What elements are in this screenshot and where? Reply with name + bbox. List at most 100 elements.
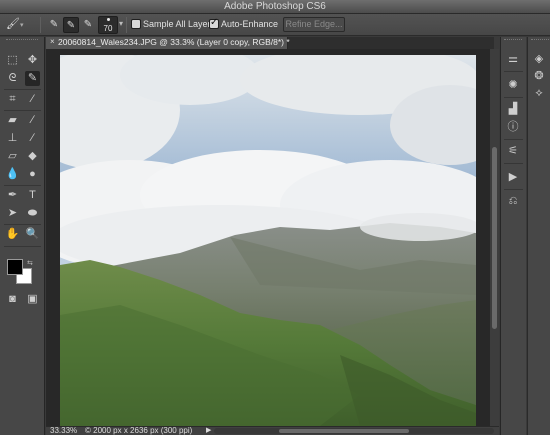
bandage-icon: ▰ <box>8 114 17 126</box>
window-title: Adobe Photoshop CS6 <box>224 1 326 12</box>
chevron-down-icon: ▾ <box>19 22 24 29</box>
color-wheel-icon: ✺ <box>508 79 518 91</box>
ellipse-icon: ⬬ <box>27 207 38 219</box>
divider <box>4 89 41 90</box>
tools-panel: ⬚ ✥ ᘓ ✎ ⌗ ⁄ ▰ ∕ ⊥ ∕ ▱ ◆ 💧 ● ✒ T ➤ ⬬ ✋ 🔍 … <box>0 37 45 435</box>
quick-selection-tool[interactable]: ✎ <box>25 71 40 86</box>
tool-preset-picker[interactable]: 🖌▾ <box>6 17 34 33</box>
history-brush-tool[interactable]: ∕ <box>25 131 40 146</box>
vertical-scroll-thumb[interactable] <box>492 147 497 329</box>
screen-mode-icon: ▣ <box>27 293 38 305</box>
eyedropper-icon: ⁄ <box>31 93 34 105</box>
status-menu-arrow-icon[interactable]: ▶ <box>206 426 211 434</box>
status-bar: 33.33% © 2000 px x 2636 px (300 ppi) ▶ <box>46 426 499 435</box>
brush-tool[interactable]: ∕ <box>25 113 40 128</box>
collapsed-panel-dock-right: ◈ ❂ ⟡ <box>527 37 550 435</box>
history-icon: ⚌ <box>508 53 518 65</box>
dodge-icon: ● <box>29 168 36 180</box>
paragraph-icon: ⚟ <box>508 145 518 157</box>
quick-mask-button[interactable]: ◙ <box>5 292 20 307</box>
channels-panel-button[interactable]: ❂ <box>531 68 547 84</box>
paths-panel-button[interactable]: ⟡ <box>531 85 547 101</box>
stamp-icon: ⊥ <box>7 132 18 144</box>
chevron-down-icon[interactable]: ▾ <box>119 19 123 28</box>
divider <box>4 185 41 186</box>
pen-tool[interactable]: ✒ <box>5 188 20 203</box>
horizontal-scroll-thumb[interactable] <box>279 429 409 433</box>
document-tab[interactable]: × 20060814_Wales234.JPG @ 33.3% (Layer 0… <box>46 37 290 49</box>
sample-all-layers-checkbox[interactable] <box>131 19 141 29</box>
panel-grip[interactable] <box>6 39 38 42</box>
actions-panel-button[interactable]: ▶ <box>505 169 521 185</box>
magnifier-icon: 🔍 <box>25 228 40 240</box>
swap-colors-icon[interactable]: ⇆ <box>27 259 33 267</box>
divider <box>4 246 41 247</box>
divider <box>4 224 41 225</box>
move-tool[interactable]: ✥ <box>25 53 40 68</box>
zoom-level[interactable]: 33.33% <box>50 426 77 435</box>
color-panel-button[interactable]: ✺ <box>505 77 521 93</box>
auto-enhance-checkbox[interactable] <box>209 17 219 29</box>
layers-panel-button[interactable]: ◈ <box>531 51 547 67</box>
eraser-tool[interactable]: ▱ <box>5 149 20 164</box>
panel-grip[interactable] <box>504 39 522 42</box>
divider <box>4 110 41 111</box>
refine-edge-button[interactable]: Refine Edge... <box>283 17 345 32</box>
path-selection-tool[interactable]: ➤ <box>5 206 20 221</box>
canvas-area[interactable] <box>46 49 490 426</box>
new-selection-brush-button[interactable]: ✎ <box>46 17 62 33</box>
play-icon: ▶ <box>508 171 518 183</box>
crop-tool[interactable]: ⌗ <box>5 92 20 107</box>
quick-selection-icon: ✎ <box>27 72 38 84</box>
character-panel-button[interactable]: ⚟ <box>505 143 521 159</box>
info-panel-button[interactable]: ⓘ <box>505 119 521 135</box>
close-icon[interactable]: × <box>50 37 55 46</box>
document-info: © 2000 px x 2636 px (300 ppi) <box>85 426 192 435</box>
histogram-icon: ▟ <box>508 103 518 115</box>
clone-source-panel-button[interactable]: ⎌ <box>505 193 521 209</box>
lasso-tool[interactable]: ᘓ <box>5 71 20 86</box>
blur-icon: 💧 <box>5 168 20 180</box>
vertical-scrollbar[interactable] <box>490 49 499 426</box>
channels-icon: ❂ <box>534 70 544 82</box>
blur-tool[interactable]: 💧 <box>5 167 20 182</box>
new-selection-brush-icon: ✎ <box>49 19 59 30</box>
healing-brush-tool[interactable]: ▰ <box>5 113 20 128</box>
history-brush-icon: ∕ <box>31 132 34 144</box>
divider <box>504 189 523 190</box>
screen-mode-button[interactable]: ▣ <box>25 292 40 307</box>
type-icon: T <box>29 189 36 201</box>
collapsed-panel-dock-left: ⚌ ✺ ▟ ⓘ ⚟ ▶ ⎌ <box>500 37 526 435</box>
dodge-tool[interactable]: ● <box>25 167 40 182</box>
subtract-from-selection-brush-icon: ✎ <box>83 19 93 30</box>
zoom-tool[interactable]: 🔍 <box>25 227 40 242</box>
document-image[interactable] <box>60 55 476 426</box>
type-tool[interactable]: T <box>25 188 40 203</box>
divider <box>504 163 523 164</box>
add-to-selection-brush-button[interactable]: ✎ <box>63 17 79 33</box>
move-icon: ✥ <box>27 54 38 66</box>
path-arrow-icon: ➤ <box>7 207 18 219</box>
pen-icon: ✒ <box>7 189 18 201</box>
add-to-selection-brush-icon: ✎ <box>66 20 76 31</box>
foreground-color-swatch[interactable] <box>7 259 23 275</box>
hand-tool[interactable]: ✋ <box>5 227 20 242</box>
hand-icon: ✋ <box>5 228 20 240</box>
marquee-icon: ⬚ <box>7 54 18 66</box>
panel-grip[interactable] <box>531 39 549 42</box>
paint-bucket-tool[interactable]: ◆ <box>25 149 40 164</box>
crop-icon: ⌗ <box>9 93 16 105</box>
shape-tool[interactable]: ⬬ <box>25 206 40 221</box>
title-bar: Adobe Photoshop CS6 <box>0 0 550 14</box>
lasso-icon: ᘓ <box>8 72 17 84</box>
histogram-panel-button[interactable]: ▟ <box>505 101 521 117</box>
rectangular-marquee-tool[interactable]: ⬚ <box>5 53 20 68</box>
auto-enhance-label: Auto-Enhance <box>221 19 279 29</box>
eyedropper-tool[interactable]: ⁄ <box>25 92 40 107</box>
subtract-from-selection-brush-button[interactable]: ✎ <box>80 17 96 33</box>
history-panel-button[interactable]: ⚌ <box>505 51 521 67</box>
clone-stamp-tool[interactable]: ⊥ <box>5 131 20 146</box>
quick-selection-brush-icon: 🖌 <box>6 18 20 30</box>
brush-size-picker[interactable]: 70 <box>98 16 118 34</box>
horizontal-scrollbar[interactable] <box>214 428 494 434</box>
